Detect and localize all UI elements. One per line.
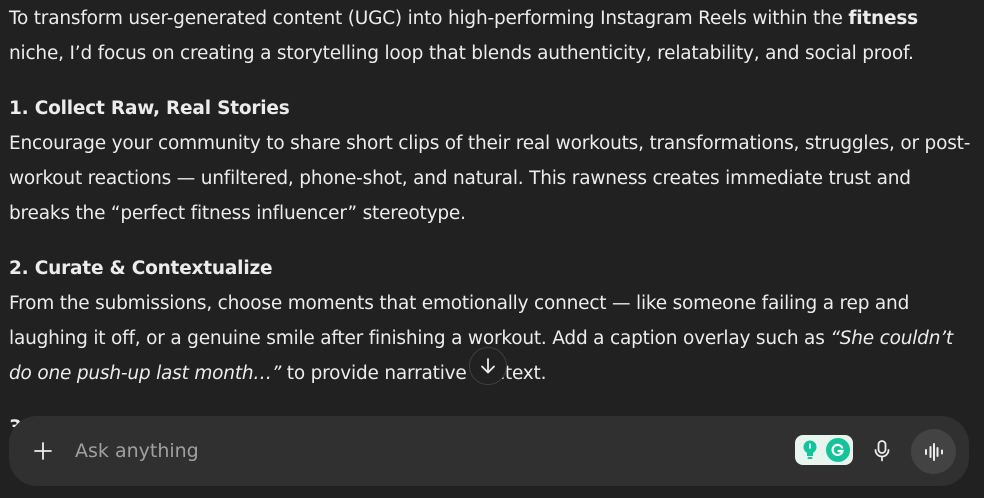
intro-bold-word: fitness — [848, 8, 918, 29]
microphone-button[interactable] — [869, 437, 895, 465]
section-2-heading: 2. Curate & Contextualize — [9, 258, 273, 279]
message-composer: Ask anything — [9, 416, 969, 486]
plus-icon — [34, 442, 52, 460]
grammarly-g-icon[interactable] — [826, 438, 850, 462]
add-attachment-button[interactable] — [31, 439, 55, 463]
arrow-down-icon — [481, 358, 495, 374]
intro-text-start: To transform user-generated content (UGC… — [9, 8, 849, 29]
voice-waveform-icon — [924, 442, 943, 461]
intro-text-end: niche, I’d focus on creating a storytell… — [9, 43, 914, 64]
microphone-icon — [874, 440, 890, 462]
section-2-text-start: From the submissions, choose moments tha… — [9, 293, 910, 349]
lightbulb-icon[interactable] — [798, 438, 822, 462]
voice-mode-button[interactable] — [911, 429, 956, 474]
section-1-body: Encourage your community to share short … — [9, 133, 971, 224]
assistant-message: To transform user-generated content (UGC… — [9, 0, 975, 391]
intro-paragraph: To transform user-generated content (UGC… — [9, 0, 975, 71]
prompt-input[interactable]: Ask anything — [75, 437, 199, 465]
section-1-heading: 1. Collect Raw, Real Stories — [9, 98, 290, 119]
scroll-to-bottom-button[interactable] — [469, 347, 507, 385]
grammarly-widget[interactable] — [795, 435, 853, 465]
